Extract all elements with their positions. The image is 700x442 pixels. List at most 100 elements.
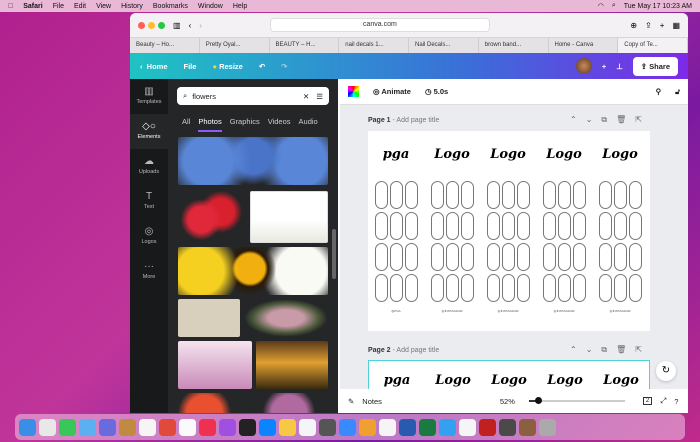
dock-app-icon[interactable] <box>539 418 556 436</box>
tab[interactable]: Pretty Oyal... <box>200 38 270 53</box>
clear-icon[interactable]: ✕ <box>303 92 309 101</box>
tab[interactable]: Beauty – Ho... <box>130 38 200 53</box>
sidebar-icon[interactable]: ▥ <box>173 21 181 30</box>
trash-icon[interactable]: 🗑︎ <box>616 115 626 125</box>
minimize-button[interactable] <box>148 21 155 29</box>
tab-all[interactable]: All <box>182 117 190 132</box>
photo-pink-field[interactable] <box>178 341 252 389</box>
photo-red-hibiscus[interactable] <box>178 191 244 243</box>
dock-app-icon[interactable] <box>499 418 516 436</box>
panel-scrollbar[interactable] <box>332 229 336 279</box>
forward-icon[interactable]: › <box>199 21 202 30</box>
notes-icon[interactable]: ✎ <box>348 397 354 406</box>
photo-purple-flowers[interactable] <box>250 393 328 413</box>
resize-button[interactable]: ● Resize <box>212 62 242 71</box>
color-picker[interactable] <box>348 86 359 97</box>
tab-audio[interactable]: Audio <box>299 117 318 132</box>
dock-app-icon[interactable] <box>99 418 116 436</box>
clock[interactable]: Tue May 17 10:23 AM <box>624 3 692 10</box>
file-button[interactable]: File <box>184 62 197 71</box>
paint-roller-icon[interactable]: ⚲ <box>656 87 662 97</box>
apple-icon[interactable]:  <box>8 3 13 10</box>
zoom-value[interactable]: 52% <box>500 397 515 406</box>
menu-view[interactable]: View <box>96 3 111 10</box>
chevron-down-icon[interactable]: ⌄ <box>586 115 593 125</box>
dock-app-icon[interactable] <box>379 418 396 436</box>
dock-app-icon[interactable] <box>39 418 56 436</box>
duplicate-icon[interactable]: ⧉ <box>601 115 607 125</box>
photo-sunset-flowers[interactable] <box>256 341 328 389</box>
duration-button[interactable]: ◷ 5.0s <box>425 87 448 96</box>
dock-app-icon[interactable] <box>19 418 36 436</box>
dock-app-icon[interactable] <box>319 418 336 436</box>
dock-app-icon[interactable] <box>419 418 436 436</box>
undo-icon[interactable]: ↶ <box>259 62 265 71</box>
photo-pink-bouquet[interactable] <box>244 299 328 337</box>
dock-app-icon[interactable] <box>139 418 156 436</box>
sidebar-item-text[interactable]: T Text <box>130 184 168 219</box>
new-tab-icon[interactable]: + <box>660 21 665 30</box>
dock-app-icon[interactable] <box>519 418 536 436</box>
photo-yellow-white-flowers[interactable] <box>178 247 328 295</box>
page-2-canvas[interactable]: pga Logo Logo Logo Logo <box>368 360 650 390</box>
dock-app-icon[interactable] <box>79 418 96 436</box>
add-page-icon[interactable]: ⇱ <box>635 115 642 125</box>
duplicate-icon[interactable]: ⧉ <box>601 345 607 355</box>
share-button[interactable]: ⇪ Share <box>632 56 678 76</box>
redo-icon[interactable]: ↷ <box>281 62 287 71</box>
home-button[interactable]: ‹ Home <box>140 62 168 71</box>
dock-app-icon[interactable] <box>259 418 276 436</box>
close-button[interactable] <box>138 21 145 29</box>
zoom-slider[interactable] <box>528 397 625 404</box>
chevron-up-icon[interactable]: ⌃ <box>570 115 577 125</box>
wifi-icon[interactable]: ◠ <box>598 2 604 10</box>
tab-overview-icon[interactable]: ▦ <box>672 21 680 30</box>
chevron-down-icon[interactable]: ⌄ <box>586 345 593 355</box>
fullscreen-icon[interactable]: ⤢ <box>660 396 666 406</box>
download-icon[interactable]: ⊕ <box>630 21 637 30</box>
tab[interactable]: Nail Decals... <box>409 38 479 53</box>
insights-icon[interactable]: ⊥ <box>616 62 623 71</box>
menu-edit[interactable]: Edit <box>74 3 86 10</box>
photo-watercolor-flowers[interactable] <box>250 191 328 243</box>
dock-app-icon[interactable] <box>479 418 496 436</box>
dock-app-icon[interactable] <box>339 418 356 436</box>
dock-app-icon[interactable] <box>59 418 76 436</box>
dock-app-icon[interactable] <box>399 418 416 436</box>
chevron-up-icon[interactable]: ⌃ <box>570 345 577 355</box>
sidebar-item-templates[interactable]: ▥ Templates <box>130 79 168 114</box>
sidebar-item-logos[interactable]: ◎ Logos <box>130 219 168 254</box>
trash-icon[interactable]: 🗑︎ <box>616 345 626 355</box>
sidebar-item-uploads[interactable]: ☁ Uploads <box>130 149 168 184</box>
menu-file[interactable]: File <box>53 3 64 10</box>
photo-blue-flowers[interactable] <box>178 137 328 185</box>
dock-app-icon[interactable] <box>439 418 456 436</box>
animate-button[interactable]: ◎ Animate <box>373 87 411 96</box>
menu-history[interactable]: History <box>121 3 143 10</box>
zoom-button[interactable] <box>158 21 165 29</box>
page-count[interactable]: 2 <box>642 397 653 405</box>
add-collaborator-icon[interactable]: + <box>602 62 606 71</box>
zoom-slider-thumb[interactable] <box>534 397 542 404</box>
sidebar-item-more[interactable]: ··· More <box>130 254 168 289</box>
tab[interactable]: Home - Canva <box>549 38 619 53</box>
search-icon[interactable]: ⌕ <box>612 2 616 10</box>
refresh-icon[interactable]: ↻ <box>656 361 676 381</box>
menu-window[interactable]: Window <box>198 3 223 10</box>
menu-app[interactable]: Safari <box>23 3 42 10</box>
tab-photos[interactable]: Photos <box>198 117 222 132</box>
tab[interactable]: brown band... <box>479 38 549 53</box>
tab-active[interactable]: Copy of Te... <box>618 38 688 53</box>
avatar[interactable] <box>575 58 592 74</box>
dock-app-icon[interactable] <box>199 418 216 436</box>
dock-app-icon[interactable] <box>159 418 176 436</box>
tab[interactable]: nail decals 1... <box>339 38 409 53</box>
dock-app-icon[interactable] <box>239 418 256 436</box>
page-title-input[interactable]: - Add page title <box>393 347 440 354</box>
menu-bookmarks[interactable]: Bookmarks <box>153 3 188 10</box>
dock-app-icon[interactable] <box>459 418 476 436</box>
page-title-input[interactable]: - Add page title <box>393 117 440 124</box>
dock-app-icon[interactable] <box>299 418 316 436</box>
tab[interactable]: BEAUTY – H... <box>270 38 340 53</box>
menu-help[interactable]: Help <box>233 3 247 10</box>
